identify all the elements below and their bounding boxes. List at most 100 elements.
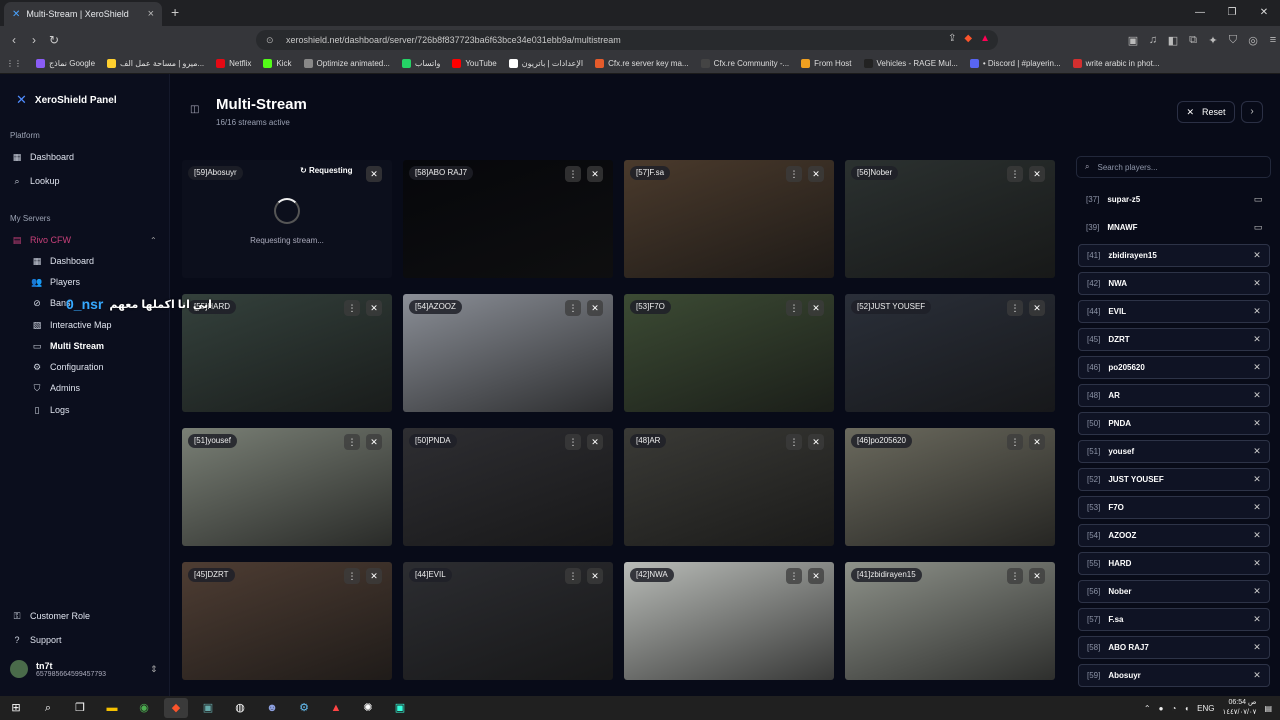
player-list-item[interactable]: [51] yousef ✕: [1078, 440, 1270, 463]
adobe-icon[interactable]: ▲: [324, 698, 348, 718]
more-vertical-icon[interactable]: ⋮: [1007, 166, 1023, 182]
stream-tile[interactable]: [45]DZRT ⋮ ✕: [182, 562, 392, 680]
search-input[interactable]: ⌕ Search players...: [1076, 156, 1271, 178]
remove-stream-icon[interactable]: ✕: [1249, 390, 1265, 401]
server-rivo-cfw[interactable]: ▤ Rivo CFW: [10, 232, 71, 248]
sidebar-item-lookup[interactable]: ⌕ Lookup: [10, 173, 59, 189]
player-list-item[interactable]: [50] PNDA ✕: [1078, 412, 1270, 435]
player-list-item[interactable]: [45] DZRT ✕: [1078, 328, 1270, 351]
remove-stream-icon[interactable]: ✕: [1249, 306, 1265, 317]
bookmark-item[interactable]: ميرو | مساحة عمل الف...: [107, 59, 204, 68]
sidebar-item-configuration[interactable]: ⚙ Configuration: [30, 359, 104, 375]
address-bar[interactable]: ⊙ xeroshield.net/dashboard/server/726b8f…: [256, 30, 998, 50]
share-icon[interactable]: ⇪: [948, 33, 956, 44]
remove-stream-icon[interactable]: ✕: [1249, 558, 1265, 569]
language-indicator[interactable]: ENG: [1197, 704, 1214, 713]
sidebar-item-bans[interactable]: ⊘ Bans: [30, 295, 70, 311]
remove-stream-icon[interactable]: ✕: [1249, 642, 1265, 653]
chevron-up-icon[interactable]: ⌃: [1144, 704, 1151, 713]
volume-icon[interactable]: ◖: [1184, 704, 1189, 713]
close-window-icon[interactable]: ✕: [1248, 0, 1280, 26]
stream-tile[interactable]: [59]Abosuyr ↻ Requesting Requesting stream…: [182, 160, 392, 278]
bookmark-item[interactable]: Kick: [263, 59, 292, 68]
chrome-icon[interactable]: ◉: [132, 698, 156, 718]
vpn-icon[interactable]: ⛉: [1225, 34, 1241, 47]
site-info-icon[interactable]: ⊙: [266, 35, 274, 46]
wifi-icon[interactable]: ◔: [1171, 704, 1176, 713]
playlist-icon[interactable]: ♫: [1145, 34, 1161, 46]
brave-shields-icon[interactable]: ◆: [964, 33, 972, 44]
sidebar-item-logs[interactable]: ▯ Logs: [30, 402, 70, 418]
stream-tile[interactable]: [42]NWA ⋮ ✕: [624, 562, 834, 680]
restore-icon[interactable]: ❐: [1216, 0, 1248, 26]
player-list-item[interactable]: [48] AR ✕: [1078, 384, 1270, 407]
close-stream-icon[interactable]: ✕: [366, 166, 382, 182]
player-list-item[interactable]: [42] NWA ✕: [1078, 272, 1270, 295]
player-list-item[interactable]: [53] F7O ✕: [1078, 496, 1270, 519]
bookmark-item[interactable]: نماذج Google: [36, 59, 95, 68]
bookmark-item[interactable]: From Host: [801, 59, 852, 68]
close-stream-icon[interactable]: ✕: [1029, 166, 1045, 182]
chevron-up-icon[interactable]: ⌃: [150, 236, 157, 245]
close-stream-icon[interactable]: ✕: [1029, 568, 1045, 584]
more-vertical-icon[interactable]: ⋮: [565, 166, 581, 182]
reset-button[interactable]: ✕ Reset: [1177, 101, 1235, 123]
more-vertical-icon[interactable]: ⋮: [565, 300, 581, 316]
remove-stream-icon[interactable]: ✕: [1249, 362, 1265, 373]
close-stream-icon[interactable]: ✕: [808, 166, 824, 182]
user-profile[interactable]: tn7t 657985664599457793 ⇕: [10, 660, 158, 678]
remove-stream-icon[interactable]: ✕: [1249, 446, 1265, 457]
brave-rewards-icon[interactable]: ▲: [980, 33, 990, 44]
app-icon-2[interactable]: ▣: [388, 698, 412, 718]
close-stream-icon[interactable]: ✕: [587, 166, 603, 182]
more-vertical-icon[interactable]: ⋮: [786, 300, 802, 316]
forward-icon[interactable]: ›: [24, 33, 44, 47]
bookmark-item[interactable]: واتساب: [401, 59, 440, 68]
menu-icon[interactable]: ≡: [1265, 34, 1280, 46]
sidebar-icon[interactable]: ◧: [1165, 34, 1181, 47]
add-stream-icon[interactable]: ▭: [1250, 222, 1266, 233]
stream-tile[interactable]: [57]F.sa ⋮ ✕: [624, 160, 834, 278]
leo-ai-icon[interactable]: ✦: [1205, 34, 1221, 47]
stream-tile[interactable]: [50]PNDA ⋮ ✕: [403, 428, 613, 546]
remove-stream-icon[interactable]: ✕: [1249, 614, 1265, 625]
player-list-item[interactable]: [46] po205620 ✕: [1078, 356, 1270, 379]
sidebar-item-dashboard[interactable]: ▦ Dashboard: [10, 149, 74, 165]
stream-tile[interactable]: [54]AZOOZ ⋮ ✕: [403, 294, 613, 412]
remove-stream-icon[interactable]: ✕: [1249, 530, 1265, 541]
player-list-item[interactable]: [55] HARD ✕: [1078, 552, 1270, 575]
more-vertical-icon[interactable]: ⋮: [344, 300, 360, 316]
stream-tile[interactable]: [51]yousef ⋮ ✕: [182, 428, 392, 546]
more-vertical-icon[interactable]: ⋮: [344, 568, 360, 584]
more-vertical-icon[interactable]: ⋮: [786, 434, 802, 450]
close-stream-icon[interactable]: ✕: [587, 568, 603, 584]
more-vertical-icon[interactable]: ⋮: [344, 434, 360, 450]
bookmark-item[interactable]: YouTube: [452, 59, 497, 68]
close-stream-icon[interactable]: ✕: [808, 568, 824, 584]
app-icon[interactable]: ▣: [196, 698, 220, 718]
stream-tile[interactable]: [53]F7O ⋮ ✕: [624, 294, 834, 412]
settings-icon[interactable]: ✺: [356, 698, 380, 718]
close-stream-icon[interactable]: ✕: [808, 300, 824, 316]
wallet-icon[interactable]: ▣: [1125, 34, 1141, 47]
close-stream-icon[interactable]: ✕: [587, 434, 603, 450]
close-tab-icon[interactable]: ×: [148, 8, 154, 20]
more-vertical-icon[interactable]: ⋮: [565, 434, 581, 450]
player-list-item[interactable]: [56] Nober ✕: [1078, 580, 1270, 603]
extensions-icon[interactable]: ⧉: [1185, 34, 1201, 47]
steam-icon[interactable]: ⚙: [292, 698, 316, 718]
sidebar-item-interactive-map[interactable]: ▧ Interactive Map: [30, 317, 112, 333]
sidebar-item-server-dashboard[interactable]: ▦ Dashboard: [30, 253, 94, 269]
more-vertical-icon[interactable]: ⋮: [1007, 568, 1023, 584]
browser-tab[interactable]: ✕ Multi-Stream | XeroShield ×: [4, 2, 162, 26]
bookmark-item[interactable]: Optimize animated...: [303, 59, 390, 68]
sidebar-item-support[interactable]: ? Support: [10, 632, 61, 648]
windows-start-icon[interactable]: ⊞: [4, 698, 28, 718]
clock[interactable]: 06:54 ص ١٤٤٧/٠٧/٠٧: [1222, 698, 1256, 718]
player-list-item[interactable]: [44] EVIL ✕: [1078, 300, 1270, 323]
remove-stream-icon[interactable]: ✕: [1249, 586, 1265, 597]
add-stream-icon[interactable]: ▭: [1250, 194, 1266, 205]
remove-stream-icon[interactable]: ✕: [1249, 474, 1265, 485]
chevron-right-icon[interactable]: ›: [1241, 101, 1263, 123]
discord-icon[interactable]: ☻: [260, 698, 284, 718]
